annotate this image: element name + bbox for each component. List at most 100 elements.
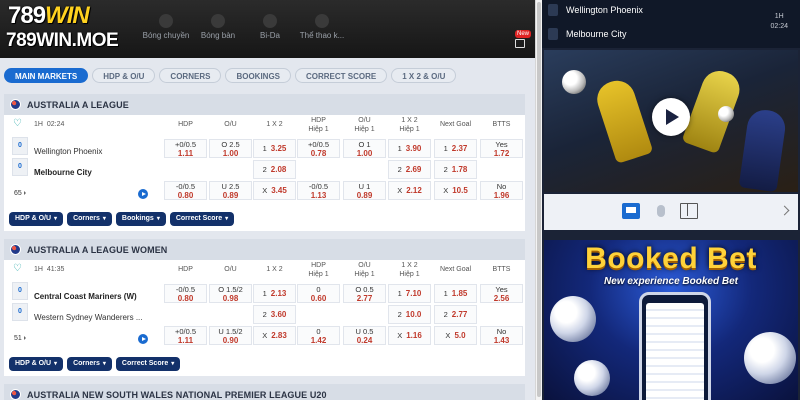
odds-cell[interactable]: Yes 1.72 <box>480 139 523 158</box>
favorite-heart-icon[interactable]: ♡ <box>13 119 23 129</box>
odds-cell[interactable]: X 2.12 <box>388 181 431 200</box>
live-stream-icon[interactable] <box>138 189 148 199</box>
tab-bookings[interactable]: BOOKINGS <box>225 68 291 83</box>
odds-cell[interactable]: 2 2.69 <box>388 160 431 179</box>
odds-cell[interactable]: -0/0.5 0.80 <box>164 181 207 200</box>
tab-correct-score[interactable]: CORRECT SCORE <box>295 68 388 83</box>
billiards-icon <box>263 14 277 28</box>
chip-bookings[interactable]: Bookings <box>115 212 166 226</box>
video-player-figure <box>681 65 745 155</box>
odds-cell[interactable]: U 2.5 0.89 <box>209 181 252 200</box>
odds-cell[interactable]: No 1.96 <box>480 181 523 200</box>
promo-gift-button[interactable]: New <box>509 30 531 50</box>
chip-correct-score[interactable]: Correct Score <box>115 357 181 371</box>
favorite-heart-icon[interactable]: ♡ <box>13 264 23 274</box>
odds-cell[interactable]: 1 2.13 <box>253 284 296 303</box>
main-scrollbar[interactable] <box>535 0 542 400</box>
league-header[interactable]: AUSTRALIA NEW SOUTH WALES NATIONAL PREMI… <box>4 384 525 400</box>
league-title: AUSTRALIA A LEAGUE WOMEN <box>27 244 168 255</box>
league-header[interactable]: AUSTRALIA A LEAGUE <box>4 94 525 115</box>
league-title: AUSTRALIA NEW SOUTH WALES NATIONAL PREMI… <box>27 389 327 400</box>
tab-hdp-ou[interactable]: HDP & O/U <box>92 68 156 83</box>
chip-correct-score[interactable]: Correct Score <box>169 212 235 226</box>
chip-hdp-ou[interactable]: HDP & O/U <box>9 212 64 226</box>
chip-hdp-ou[interactable]: HDP & O/U <box>9 357 64 371</box>
scrollbar-thumb[interactable] <box>537 2 541 397</box>
odds-cell[interactable]: 1 3.25 <box>253 139 296 158</box>
odds-cell[interactable]: 1 1.85 <box>434 284 477 303</box>
chip-corners[interactable]: Corners <box>67 212 112 226</box>
table-tennis-icon <box>211 14 225 28</box>
live-video[interactable] <box>544 50 798 192</box>
scoreboard-away: Melbourne City <box>548 28 627 40</box>
odds-cell[interactable]: 1 3.90 <box>388 139 431 158</box>
odds-cell[interactable]: 1 7.10 <box>388 284 431 303</box>
banner-subtitle: New experience Booked Bet <box>604 276 738 287</box>
home-team[interactable]: Central Coast Mariners (W) <box>34 292 137 301</box>
live-stream-icon[interactable] <box>138 334 148 344</box>
odds-cell[interactable]: No 1.43 <box>480 326 523 345</box>
odds-cell[interactable]: 2 2.08 <box>253 160 296 179</box>
odds-cell[interactable]: X 3.45 <box>253 181 296 200</box>
away-team[interactable]: Melbourne City <box>34 168 92 177</box>
sport-volleyball[interactable]: Bóng chuyền <box>140 0 192 58</box>
tab-corners[interactable]: CORNERS <box>159 68 222 83</box>
more-markets-count[interactable]: 51 <box>14 335 28 342</box>
odds-cell[interactable]: 2 2.77 <box>434 305 477 324</box>
odds-cell[interactable]: 1 2.37 <box>434 139 477 158</box>
pitch-view-icon[interactable] <box>680 203 698 219</box>
australia-flag-icon <box>10 389 21 400</box>
odds-cell[interactable]: 2 10.0 <box>388 305 431 324</box>
odds-cell[interactable]: 2 1.78 <box>434 160 477 179</box>
odds-cell[interactable]: Yes 2.56 <box>480 284 523 303</box>
app-root: 789WIN 789WIN.MOE Bóng chuyền Bóng bàn B… <box>0 0 800 400</box>
odds-cell[interactable]: 2 3.60 <box>253 305 296 324</box>
home-team[interactable]: Wellington Phoenix <box>34 147 102 156</box>
home-score: 0 <box>12 282 28 300</box>
tv-icon[interactable] <box>622 203 640 219</box>
new-badge: New <box>514 30 531 38</box>
odds-cell[interactable]: X 2.83 <box>253 326 296 345</box>
market-header: O/U Hiệp 1 <box>354 117 375 133</box>
microphone-icon[interactable] <box>657 205 665 217</box>
tab-main-markets[interactable]: MAIN MARKETS <box>4 68 89 83</box>
odds-cell[interactable]: U 1 0.89 <box>343 181 386 200</box>
odds-cell[interactable]: -0/0.5 0.80 <box>164 284 207 303</box>
odds-cell[interactable]: 0 1.42 <box>297 326 340 345</box>
away-score: 0 <box>12 158 28 176</box>
site-logo[interactable]: 789WIN 789WIN.MOE <box>4 2 119 56</box>
odds-cell[interactable]: X 10.5 <box>434 181 477 200</box>
soccer-ball-icon <box>718 106 734 122</box>
odds-cell[interactable]: O 2.5 1.00 <box>209 139 252 158</box>
booked-bet-banner[interactable]: Booked Bet New experience Booked Bet <box>544 240 798 400</box>
volleyball-icon <box>159 14 173 28</box>
odds-cell[interactable]: O 1 1.00 <box>343 139 386 158</box>
market-tabs: MAIN MARKETS HDP & O/U CORNERS BOOKINGS … <box>4 68 457 84</box>
sport-table-tennis[interactable]: Bóng bàn <box>192 0 244 58</box>
odds-cell[interactable]: -0/0.5 1.13 <box>297 181 340 200</box>
odds-cell[interactable]: U 0.5 0.24 <box>343 326 386 345</box>
odds-cell[interactable]: +0/0.5 1.11 <box>164 139 207 158</box>
more-markets-count[interactable]: 65 <box>14 190 28 197</box>
market-chips: HDP & O/U Corners Bookings Correct Score <box>9 212 235 226</box>
league-section: AUSTRALIA NEW SOUTH WALES NATIONAL PREMI… <box>4 384 525 400</box>
away-team[interactable]: Western Sydney Wanderers ... <box>34 313 143 322</box>
league-header[interactable]: AUSTRALIA A LEAGUE WOMEN <box>4 239 525 260</box>
market-header: 1 X 2 Hiệp 1 <box>399 117 420 133</box>
sport-other[interactable]: Thể thao k... <box>296 0 348 58</box>
odds-cell[interactable]: +0/0.5 1.11 <box>164 326 207 345</box>
odds-cell[interactable]: X 1.16 <box>388 326 431 345</box>
play-button[interactable] <box>652 98 690 136</box>
sport-billiards[interactable]: Bi-Da <box>244 0 296 58</box>
odds-cell[interactable]: 0 0.60 <box>297 284 340 303</box>
odds-cell[interactable]: O 0.5 2.77 <box>343 284 386 303</box>
away-score-box <box>548 28 558 40</box>
tab-1x2-ou[interactable]: 1 X 2 & O/U <box>391 68 457 83</box>
odds-cell[interactable]: +0/0.5 0.78 <box>297 139 340 158</box>
chevron-down-icon[interactable] <box>779 205 790 216</box>
odds-cell[interactable]: O 1.5/2 0.98 <box>209 284 252 303</box>
odds-cell[interactable]: X 5.0 <box>434 326 477 345</box>
market-header: O/U <box>224 266 237 273</box>
odds-cell[interactable]: U 1.5/2 0.90 <box>209 326 252 345</box>
chip-corners[interactable]: Corners <box>67 357 112 371</box>
